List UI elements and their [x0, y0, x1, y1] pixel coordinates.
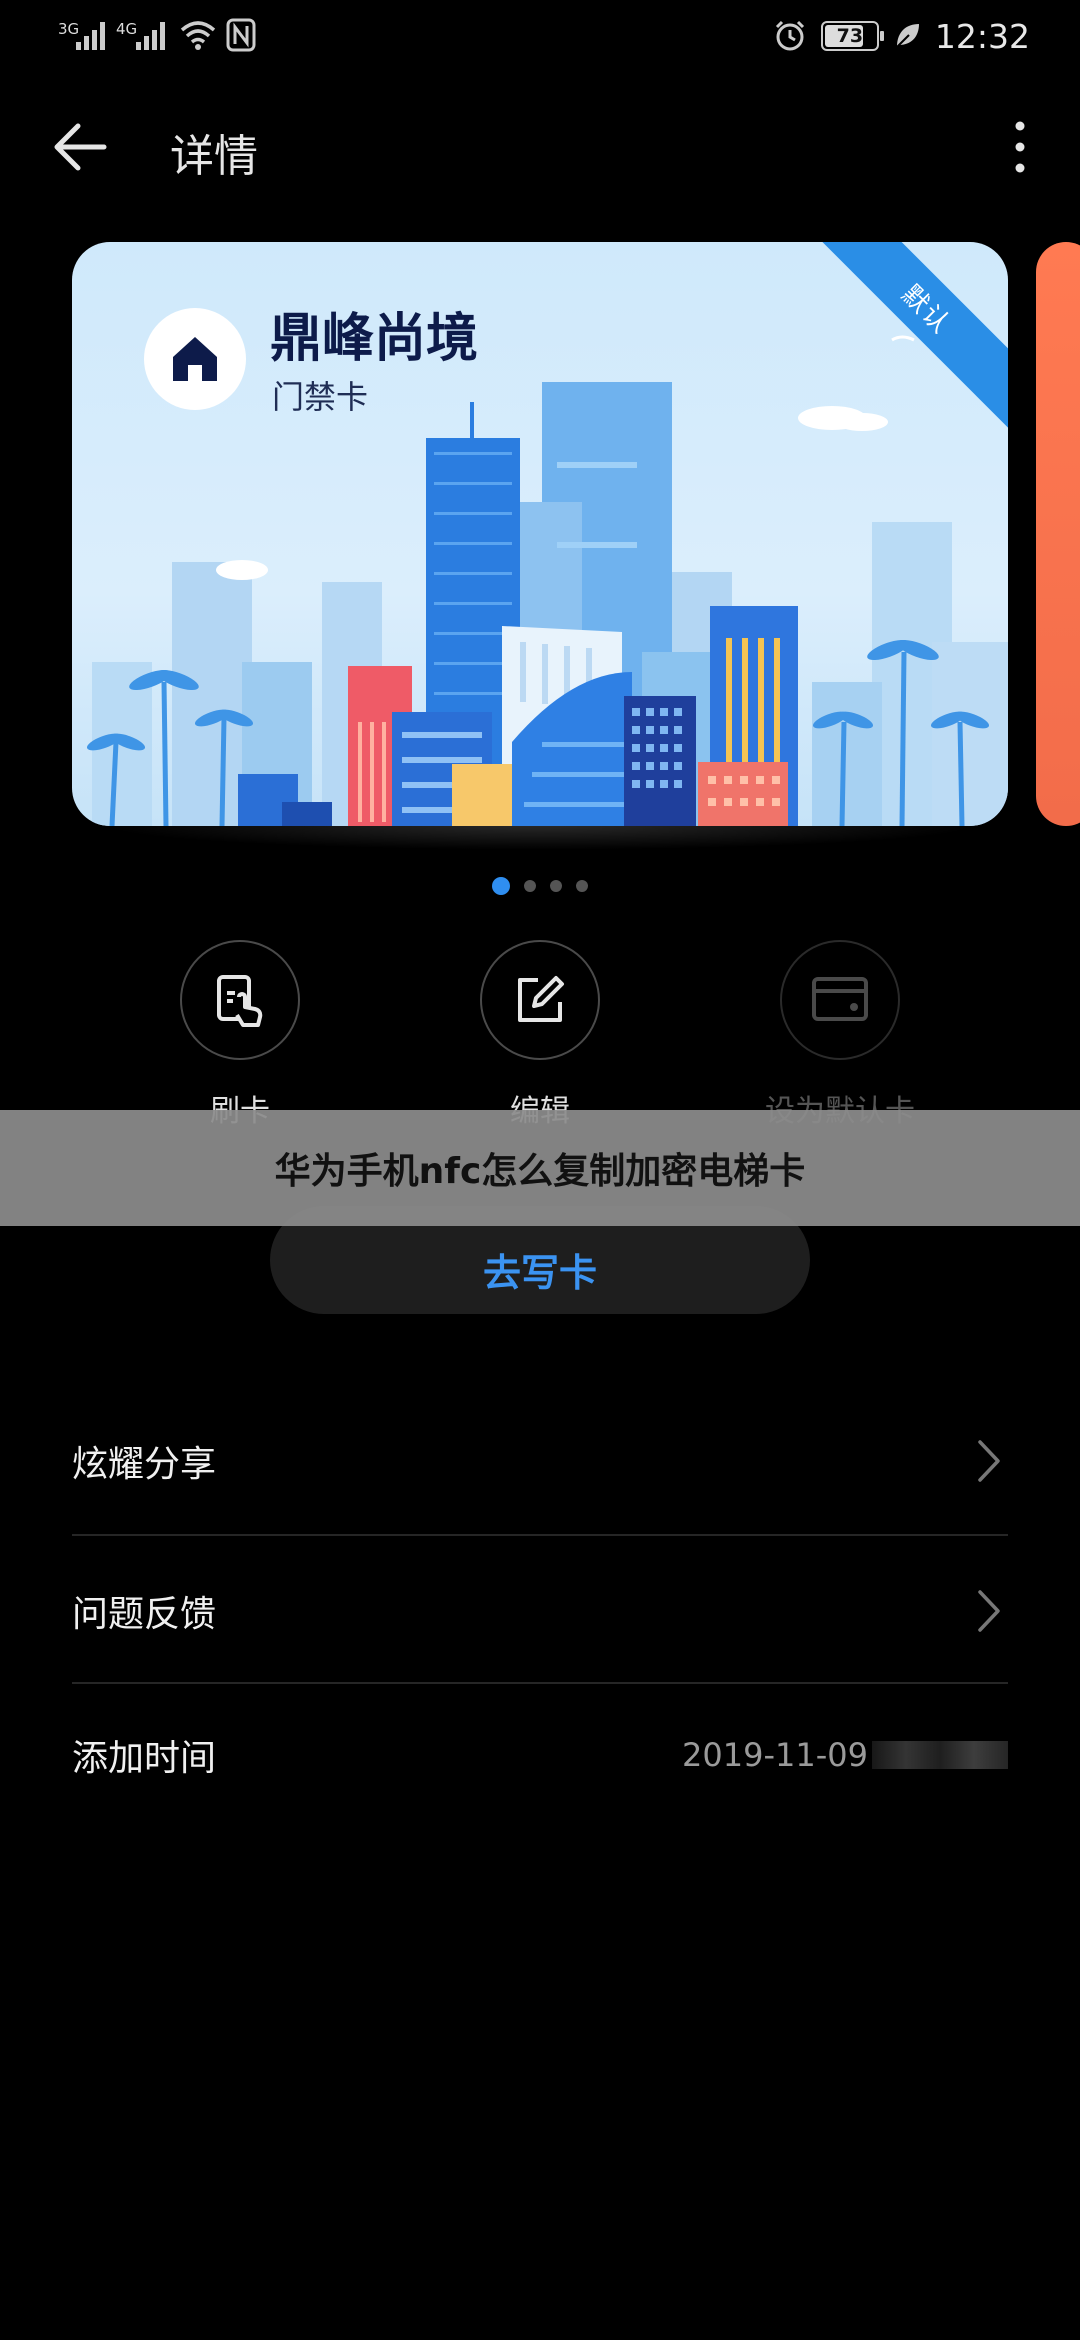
- battery-indicator: 73: [820, 21, 884, 51]
- overlay-caption-banner: 华为手机nfc怎么复制加密电梯卡: [0, 1110, 1080, 1226]
- list-item-label: 炫耀分享: [72, 1444, 217, 1485]
- tap-card-icon-ring: [180, 940, 300, 1060]
- clock: 12:32: [934, 16, 1030, 56]
- list-item-label: 问题反馈: [72, 1594, 217, 1635]
- pager-dot-active: [492, 877, 510, 895]
- tap-card-icon: [217, 975, 263, 1027]
- nfc-icon: [226, 18, 256, 52]
- back-arrow-icon[interactable]: [48, 114, 114, 180]
- alarm-icon: [775, 20, 804, 51]
- tap-card-button[interactable]: 刷卡: [120, 940, 360, 1130]
- set-default-card-button[interactable]: 设为默认卡: [720, 940, 960, 1130]
- carousel-pager: [0, 876, 1080, 896]
- signal-icon-2: [136, 22, 165, 50]
- leaf-icon: [894, 24, 919, 50]
- chevron-right-icon: [978, 1440, 1000, 1482]
- card-avatar: [144, 308, 246, 410]
- overlay-caption-text: 华为手机nfc怎么复制加密电梯卡: [274, 1151, 806, 1192]
- battery-level: 73: [836, 25, 864, 47]
- card-type: 门禁卡: [272, 378, 369, 416]
- edit-button[interactable]: 编辑: [420, 940, 660, 1130]
- edit-icon: [518, 976, 564, 1022]
- next-card-peek[interactable]: [1036, 242, 1080, 826]
- home-icon: [173, 337, 217, 381]
- pager-dot: [524, 880, 536, 892]
- signal-icon: [76, 22, 105, 50]
- card-title: 鼎峰尚境: [270, 309, 479, 369]
- more-options-icon[interactable]: [1000, 114, 1040, 180]
- list-item-share[interactable]: 炫耀分享: [72, 1386, 1008, 1536]
- list-item-label: 添加时间: [72, 1738, 217, 1779]
- wifi-icon: [180, 21, 216, 50]
- page-title: 详情: [170, 131, 258, 182]
- edit-icon-ring: [480, 940, 600, 1060]
- list-item-added-time: 添加时间 2019-11-09: [72, 1680, 1008, 1830]
- redacted-time: [872, 1741, 1008, 1769]
- access-card[interactable]: 鼎峰尚境 门禁卡 默认: [72, 242, 1008, 826]
- status-bar: 3G 4G 73 12:32: [0, 0, 1080, 72]
- chevron-right-icon: [978, 1590, 1000, 1632]
- pager-dot: [550, 880, 562, 892]
- card-icon: [812, 977, 868, 1021]
- added-time-value: 2019-11-09: [682, 1736, 868, 1774]
- status-right: 73 12:32: [773, 14, 1030, 58]
- pager-dot: [576, 880, 588, 892]
- app-bar: 详情: [0, 100, 1080, 196]
- set-default-icon-ring: [780, 940, 900, 1060]
- write-card-label: 去写卡: [482, 1250, 597, 1295]
- list-item-feedback[interactable]: 问题反馈: [72, 1536, 1008, 1686]
